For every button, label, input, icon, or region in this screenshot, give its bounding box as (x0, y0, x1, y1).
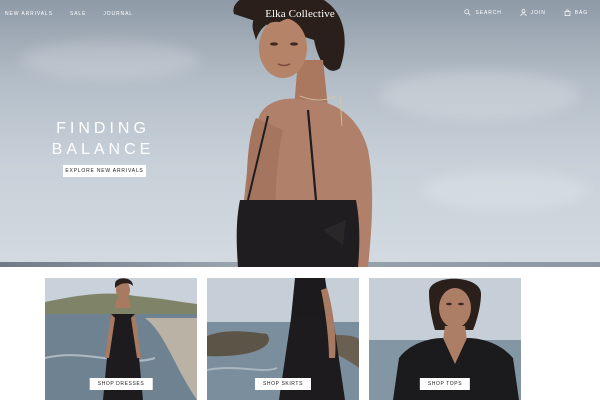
bag-icon (564, 9, 571, 16)
shop-skirts-button[interactable]: SHOP SKIRTS (254, 378, 312, 390)
cloud (20, 40, 200, 80)
hero-headline-line2: BALANCE (51, 141, 155, 158)
shop-dresses-button[interactable]: SHOP DRESSES (89, 378, 153, 390)
hero-banner[interactable]: NEW ARRIVALS SALE JOURNAL Elka Collectiv… (0, 0, 600, 267)
search-label: SEARCH (475, 9, 502, 16)
category-card-dresses[interactable]: SHOP DRESSES (45, 278, 197, 400)
bag-label: BAG (574, 9, 588, 16)
cloud (380, 70, 580, 120)
hero-headline-line1: FINDING (56, 120, 150, 137)
category-card-skirts[interactable]: SHOP SKIRTS (207, 278, 359, 400)
hero-headline: FINDING BALANCE (38, 118, 168, 160)
top-navigation: NEW ARRIVALS SALE JOURNAL Elka Collectiv… (0, 0, 600, 28)
search-icon (464, 9, 472, 16)
hero-model-image (233, 0, 373, 267)
shop-tops-button[interactable]: SHOP TOPS (419, 378, 471, 390)
bag-link[interactable]: BAG (564, 9, 588, 16)
cloud (420, 170, 590, 210)
utility-nav: SEARCH JOIN BAG (464, 9, 588, 16)
explore-new-arrivals-button[interactable]: EXPLORE NEW ARRIVALS (63, 165, 146, 177)
join-label: JOIN (530, 9, 546, 16)
join-link[interactable]: JOIN (520, 9, 546, 16)
user-icon (520, 9, 527, 16)
search-link[interactable]: SEARCH (464, 9, 501, 16)
category-card-tops[interactable]: SHOP TOPS (369, 278, 521, 400)
